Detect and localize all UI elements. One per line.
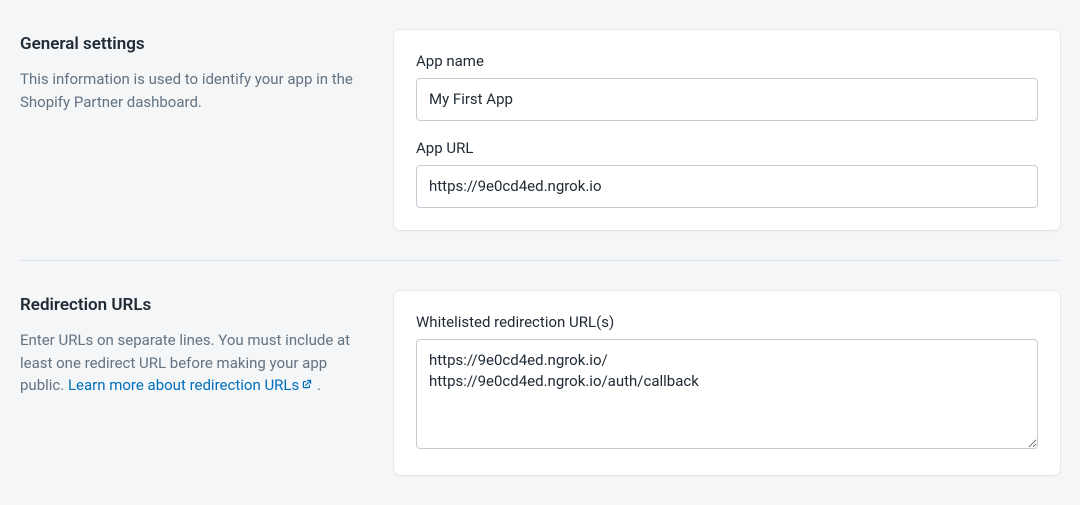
general-settings-heading: General settings [20, 34, 370, 54]
app-name-label: App name [416, 52, 1038, 70]
redirection-urls-section: Redirection URLs Enter URLs on separate … [20, 260, 1060, 505]
learn-more-link[interactable]: Learn more about redirection URLs [68, 376, 313, 394]
whitelist-textarea[interactable] [416, 339, 1038, 449]
app-url-label: App URL [416, 139, 1038, 157]
general-settings-description: This information is used to identify you… [20, 68, 370, 113]
redirection-description-post: . [313, 376, 321, 394]
app-url-input[interactable] [416, 165, 1038, 208]
app-name-input[interactable] [416, 78, 1038, 121]
general-settings-card: App name App URL [394, 30, 1060, 230]
whitelist-label: Whitelisted redirection URL(s) [416, 313, 1038, 331]
redirection-urls-info: Redirection URLs Enter URLs on separate … [20, 291, 370, 475]
redirection-urls-description: Enter URLs on separate lines. You must i… [20, 329, 370, 397]
learn-more-link-text: Learn more about redirection URLs [68, 376, 299, 394]
general-settings-section: General settings This information is use… [20, 0, 1060, 260]
external-link-icon [301, 374, 313, 397]
redirection-urls-heading: Redirection URLs [20, 295, 370, 315]
redirection-urls-card: Whitelisted redirection URL(s) [394, 291, 1060, 475]
general-settings-info: General settings This information is use… [20, 30, 370, 230]
